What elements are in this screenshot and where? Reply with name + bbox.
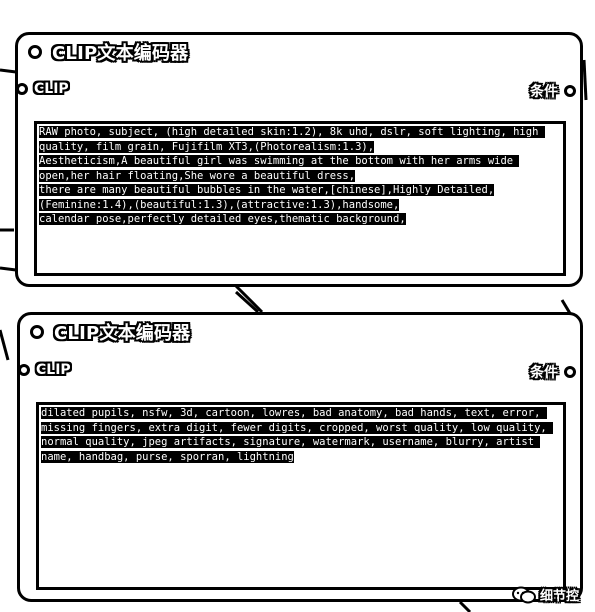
node-header[interactable]: CLIP文本编码器 <box>28 39 188 65</box>
output-label: 条件 <box>530 84 558 100</box>
watermark: 细节控 <box>511 585 579 604</box>
watermark-text: 细节控 <box>539 589 579 604</box>
prompt-text: RAW photo, subject, (high detailed skin:… <box>39 126 545 225</box>
input-label: CLIP <box>34 81 69 97</box>
clip-input-slot[interactable]: CLIP <box>18 362 71 378</box>
conditioning-output-slot[interactable]: 条件 <box>530 362 576 382</box>
input-connector-icon[interactable] <box>16 83 28 95</box>
conditioning-output-slot[interactable]: 条件 <box>530 81 576 101</box>
node-header[interactable]: CLIP文本编码器 <box>30 319 190 345</box>
node-title: CLIP文本编码器 <box>54 323 191 344</box>
collapse-toggle[interactable] <box>28 45 42 59</box>
input-label: CLIP <box>36 362 71 378</box>
output-label: 条件 <box>530 365 558 381</box>
clip-text-encoder-node-positive[interactable]: CLIP文本编码器 CLIP 条件 RAW photo, subject, (h… <box>15 32 583 287</box>
prompt-text: dilated pupils, nsfw, 3d, cartoon, lowre… <box>41 407 554 463</box>
prompt-textarea[interactable]: RAW photo, subject, (high detailed skin:… <box>34 121 566 276</box>
negative-prompt-textarea[interactable]: dilated pupils, nsfw, 3d, cartoon, lowre… <box>36 402 566 590</box>
output-connector-icon[interactable] <box>564 85 576 97</box>
clip-text-encoder-node-negative[interactable]: CLIP文本编码器 CLIP 条件 dilated pupils, nsfw, … <box>17 312 583 602</box>
input-connector-icon[interactable] <box>18 364 30 376</box>
wechat-icon <box>511 586 536 603</box>
collapse-toggle[interactable] <box>30 325 44 339</box>
output-connector-icon[interactable] <box>564 366 576 378</box>
node-title: CLIP文本编码器 <box>52 43 189 64</box>
clip-input-slot[interactable]: CLIP <box>16 81 69 97</box>
